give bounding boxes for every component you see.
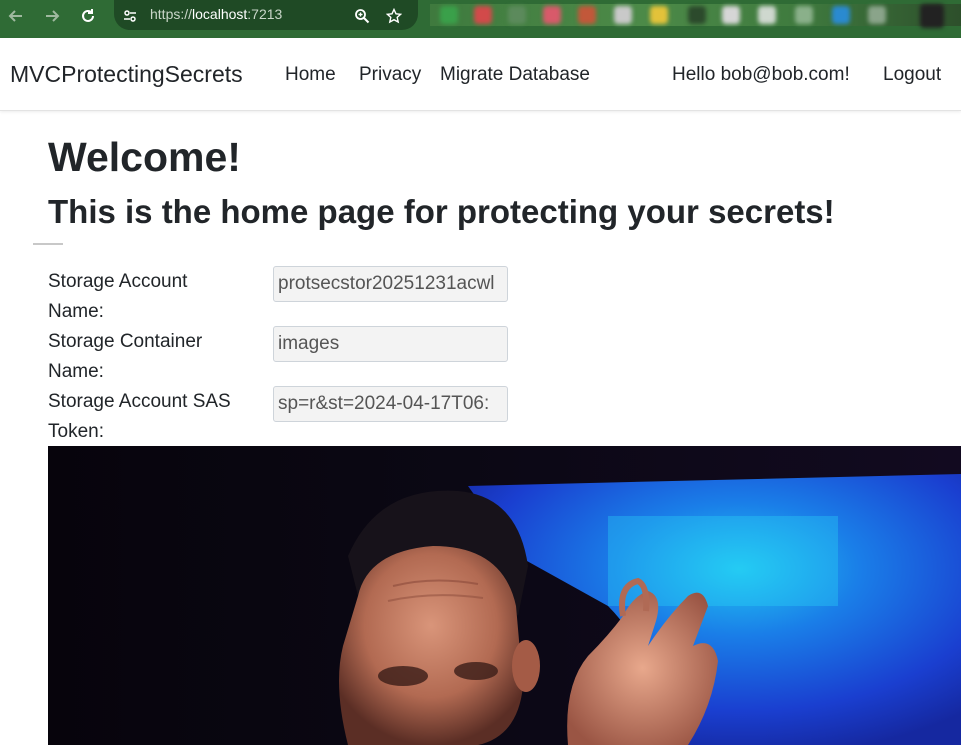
logout-link[interactable]: Logout bbox=[883, 64, 941, 86]
divider bbox=[33, 243, 63, 245]
storage-container-name-field[interactable] bbox=[273, 326, 508, 362]
profile-avatar[interactable] bbox=[920, 4, 944, 28]
page-title: Welcome! bbox=[48, 134, 241, 180]
extension-icon[interactable] bbox=[508, 6, 526, 24]
extension-icon[interactable] bbox=[474, 6, 492, 24]
extension-icon[interactable] bbox=[758, 6, 776, 24]
extension-icon[interactable] bbox=[832, 6, 850, 24]
star-icon[interactable] bbox=[380, 2, 408, 30]
extension-icon[interactable] bbox=[440, 6, 458, 24]
reload-icon[interactable] bbox=[74, 2, 102, 30]
extension-icon[interactable] bbox=[688, 6, 706, 24]
site-settings-icon[interactable] bbox=[116, 2, 144, 30]
user-greeting-link[interactable]: Hello bob@bob.com! bbox=[672, 64, 850, 86]
nav-migrate-database-link[interactable]: Migrate Database bbox=[440, 64, 590, 86]
extension-icon[interactable] bbox=[578, 6, 596, 24]
nav-privacy-link[interactable]: Privacy bbox=[359, 64, 421, 86]
storage-sas-token-field[interactable] bbox=[273, 386, 508, 422]
url-scheme: https:// bbox=[150, 6, 193, 22]
extension-icon[interactable] bbox=[868, 6, 886, 24]
extension-icon[interactable] bbox=[614, 6, 632, 24]
brand-link[interactable]: MVCProtectingSecrets bbox=[10, 61, 243, 88]
zoom-icon[interactable] bbox=[348, 2, 376, 30]
url-host: localhost bbox=[192, 6, 248, 22]
storage-account-name-label: Storage Account Name: bbox=[48, 271, 188, 322]
page-subtitle: This is the home page for protecting you… bbox=[48, 193, 835, 230]
storage-sas-token-label: Storage Account SAS Token: bbox=[48, 391, 231, 442]
extension-icon[interactable] bbox=[795, 6, 813, 24]
storage-container-name-label: Storage Container Name: bbox=[48, 331, 203, 382]
url-port: :7213 bbox=[247, 6, 283, 22]
extension-icon[interactable] bbox=[650, 6, 668, 24]
arrow-right-icon[interactable] bbox=[38, 2, 66, 30]
url-text[interactable]: https://localhost:7213 bbox=[150, 6, 282, 22]
arrow-left-icon[interactable] bbox=[2, 2, 30, 30]
app-navbar: MVCProtectingSecrets Home Privacy Migrat… bbox=[0, 38, 961, 111]
blob-image bbox=[48, 446, 961, 745]
nav-home-link[interactable]: Home bbox=[285, 64, 336, 86]
extension-icon[interactable] bbox=[722, 6, 740, 24]
browser-toolbar: https://localhost:7213 bbox=[0, 0, 961, 38]
extension-icon[interactable] bbox=[543, 6, 561, 24]
blob-image-illustration bbox=[48, 446, 961, 745]
storage-account-name-field[interactable] bbox=[273, 266, 508, 302]
